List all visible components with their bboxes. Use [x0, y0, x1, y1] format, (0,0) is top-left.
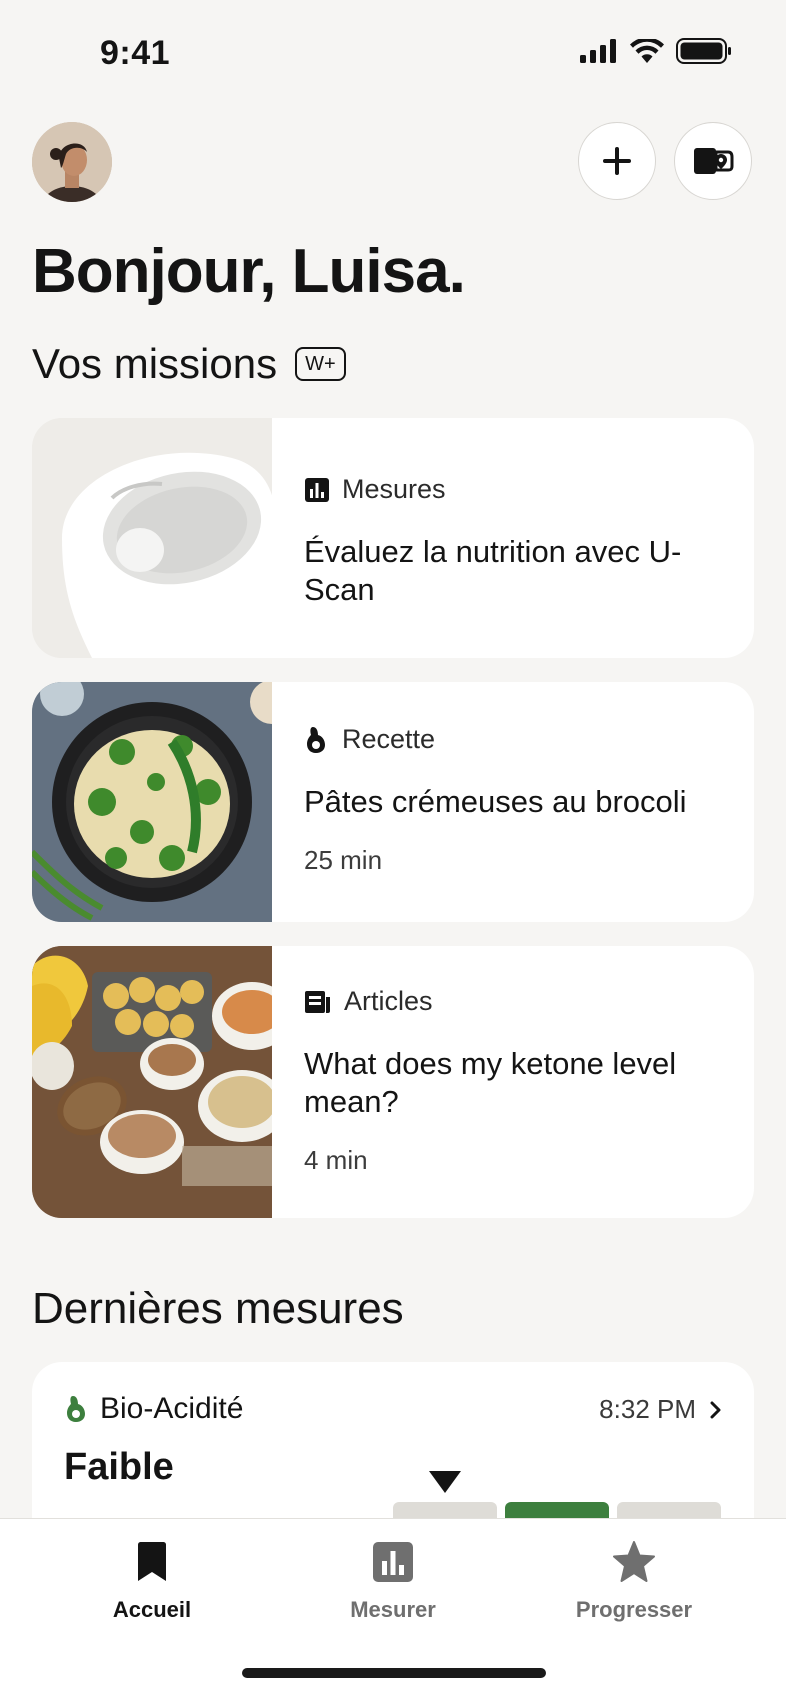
mission-card-recipe[interactable]: Recette Pâtes crémeuses au brocoli 25 mi…: [32, 682, 754, 922]
card-category-label: Articles: [344, 986, 433, 1016]
card-category: Mesures: [304, 474, 754, 505]
tab-mesurer[interactable]: Mesurer: [303, 1541, 483, 1623]
wplus-badge: W+: [295, 347, 346, 381]
tab-label: Accueil: [112, 1597, 192, 1622]
status-icons: [580, 38, 732, 64]
signal-icon: [580, 39, 616, 63]
measure-name: Bio-Acidité: [64, 1392, 243, 1426]
tab-progresser[interactable]: Progresser: [544, 1541, 724, 1623]
level-marker-icon: [429, 1471, 461, 1493]
measure-time: 8:32 PM: [599, 1394, 722, 1425]
avocado-icon: [307, 726, 325, 753]
bar-chart-icon: [305, 477, 329, 502]
status-time: 9:41: [100, 34, 171, 72]
bar-chart-icon: [373, 1542, 413, 1582]
mission-card-article[interactable]: Articles What does my ketone level mean?…: [32, 946, 754, 1218]
greeting: Bonjour, Luisa.: [32, 237, 466, 306]
pasta-image: [32, 682, 272, 922]
tab-label: Progresser: [575, 1597, 693, 1622]
plus-icon: [603, 147, 631, 175]
latest-measures-title: Dernières mesures: [32, 1284, 404, 1333]
measure-level: Faible: [64, 1446, 174, 1488]
home-indicator: [242, 1668, 546, 1678]
card-title: Évaluez la nutrition avec U-Scan: [304, 534, 682, 607]
chevron-right-icon: [710, 1401, 721, 1418]
measure-time-label: 8:32 PM: [599, 1394, 696, 1424]
add-button[interactable]: [578, 122, 656, 200]
missions-heading: Vos missions W+: [32, 340, 346, 388]
avocado-icon: [67, 1396, 85, 1422]
missions-title: Vos missions: [32, 340, 278, 387]
star-icon: [613, 1541, 655, 1582]
tab-label: Mesurer: [350, 1597, 436, 1622]
card-duration: 25 min: [304, 845, 383, 875]
card-category-label: Mesures: [342, 474, 446, 504]
card-category: Recette: [304, 724, 754, 755]
measure-name-label: Bio-Acidité: [100, 1392, 244, 1425]
wifi-icon: [630, 38, 664, 63]
card-duration: 4 min: [304, 1145, 368, 1175]
tab-accueil[interactable]: Accueil: [62, 1541, 242, 1623]
uscan-image: [32, 418, 272, 658]
mission-card-uscan[interactable]: Mesures Évaluez la nutrition avec U-Scan: [32, 418, 754, 658]
battery-icon: [676, 38, 731, 64]
article-icon: [305, 990, 330, 1013]
foods-image: [32, 946, 272, 1218]
card-category-label: Recette: [342, 724, 436, 754]
card-title: Pâtes crémeuses au brocoli: [304, 784, 687, 819]
card-title: What does my ketone level mean?: [304, 1046, 677, 1119]
card-category: Articles: [304, 986, 754, 1017]
device-button[interactable]: [674, 122, 752, 200]
avatar[interactable]: [32, 122, 112, 202]
bookmark-icon: [138, 1542, 166, 1581]
device-location-icon: [694, 148, 734, 174]
